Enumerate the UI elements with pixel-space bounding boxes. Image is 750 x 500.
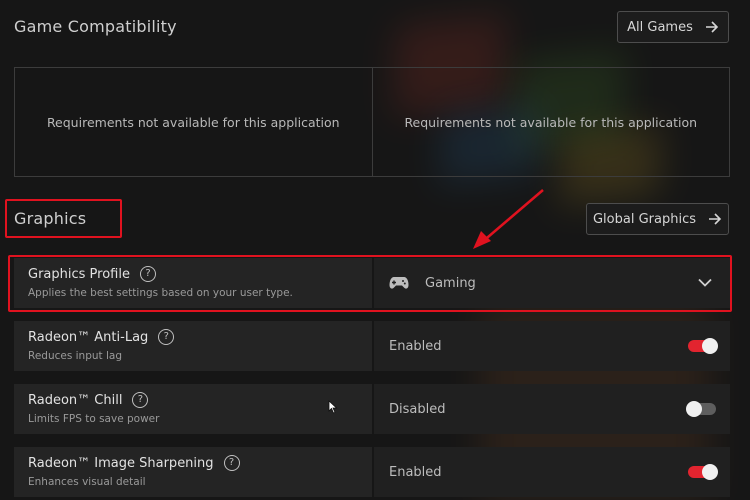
setting-value-cell: Disabled xyxy=(374,384,730,434)
global-graphics-label: Global Graphics xyxy=(592,211,696,227)
chill-toggle[interactable] xyxy=(686,401,716,417)
graphics-title-highlight xyxy=(5,199,122,238)
help-icon[interactable]: ? xyxy=(158,329,175,345)
app-window: Game Compatibility All Games Requirement… xyxy=(0,0,750,500)
all-games-label: All Games xyxy=(627,19,693,35)
arrow-right-icon xyxy=(709,213,722,225)
anti-lag-toggle[interactable] xyxy=(688,338,718,354)
setting-row-chill: Radeon™ Chill ? Limits FPS to save power… xyxy=(14,384,730,434)
setting-description: Limits FPS to save power xyxy=(28,413,160,425)
setting-description: Reduces input lag xyxy=(28,350,123,362)
toggle-state-label: Disabled xyxy=(389,401,446,417)
setting-description: Enhances visual detail xyxy=(28,476,146,488)
requirements-recommended: Requirements not available for this appl… xyxy=(371,68,730,176)
setting-value-cell: Enabled xyxy=(374,321,730,371)
setting-label-cell: Radeon™ Image Sharpening ? Enhances visu… xyxy=(14,447,372,497)
global-graphics-button[interactable]: Global Graphics xyxy=(586,203,729,235)
graphics-profile-highlight xyxy=(8,255,732,312)
setting-label-cell: Radeon™ Chill ? Limits FPS to save power xyxy=(14,384,372,434)
help-icon[interactable]: ? xyxy=(132,392,149,408)
mouse-cursor-icon xyxy=(328,400,338,414)
setting-name: Radeon™ Chill xyxy=(28,392,123,408)
setting-name: Radeon™ Image Sharpening xyxy=(28,455,214,471)
all-games-button[interactable]: All Games xyxy=(617,11,729,43)
annotation-arrow-icon xyxy=(473,189,544,249)
arrow-right-icon xyxy=(705,21,718,33)
setting-row-anti-lag: Radeon™ Anti-Lag ? Reduces input lag Ena… xyxy=(14,321,730,371)
game-compatibility-title: Game Compatibility xyxy=(14,17,177,36)
help-icon[interactable]: ? xyxy=(223,455,240,471)
setting-value-cell: Enabled xyxy=(374,447,730,497)
requirements-minimum: Requirements not available for this appl… xyxy=(46,114,340,130)
setting-name: Radeon™ Anti-Lag xyxy=(28,329,149,345)
toggle-state-label: Enabled xyxy=(389,338,442,354)
setting-row-image-sharpening: Radeon™ Image Sharpening ? Enhances visu… xyxy=(14,447,730,497)
image-sharpening-toggle[interactable] xyxy=(688,464,718,480)
toggle-state-label: Enabled xyxy=(389,464,442,480)
setting-label-cell: Radeon™ Anti-Lag ? Reduces input lag xyxy=(14,321,372,371)
requirements-panel: Requirements not available for this appl… xyxy=(14,67,730,177)
